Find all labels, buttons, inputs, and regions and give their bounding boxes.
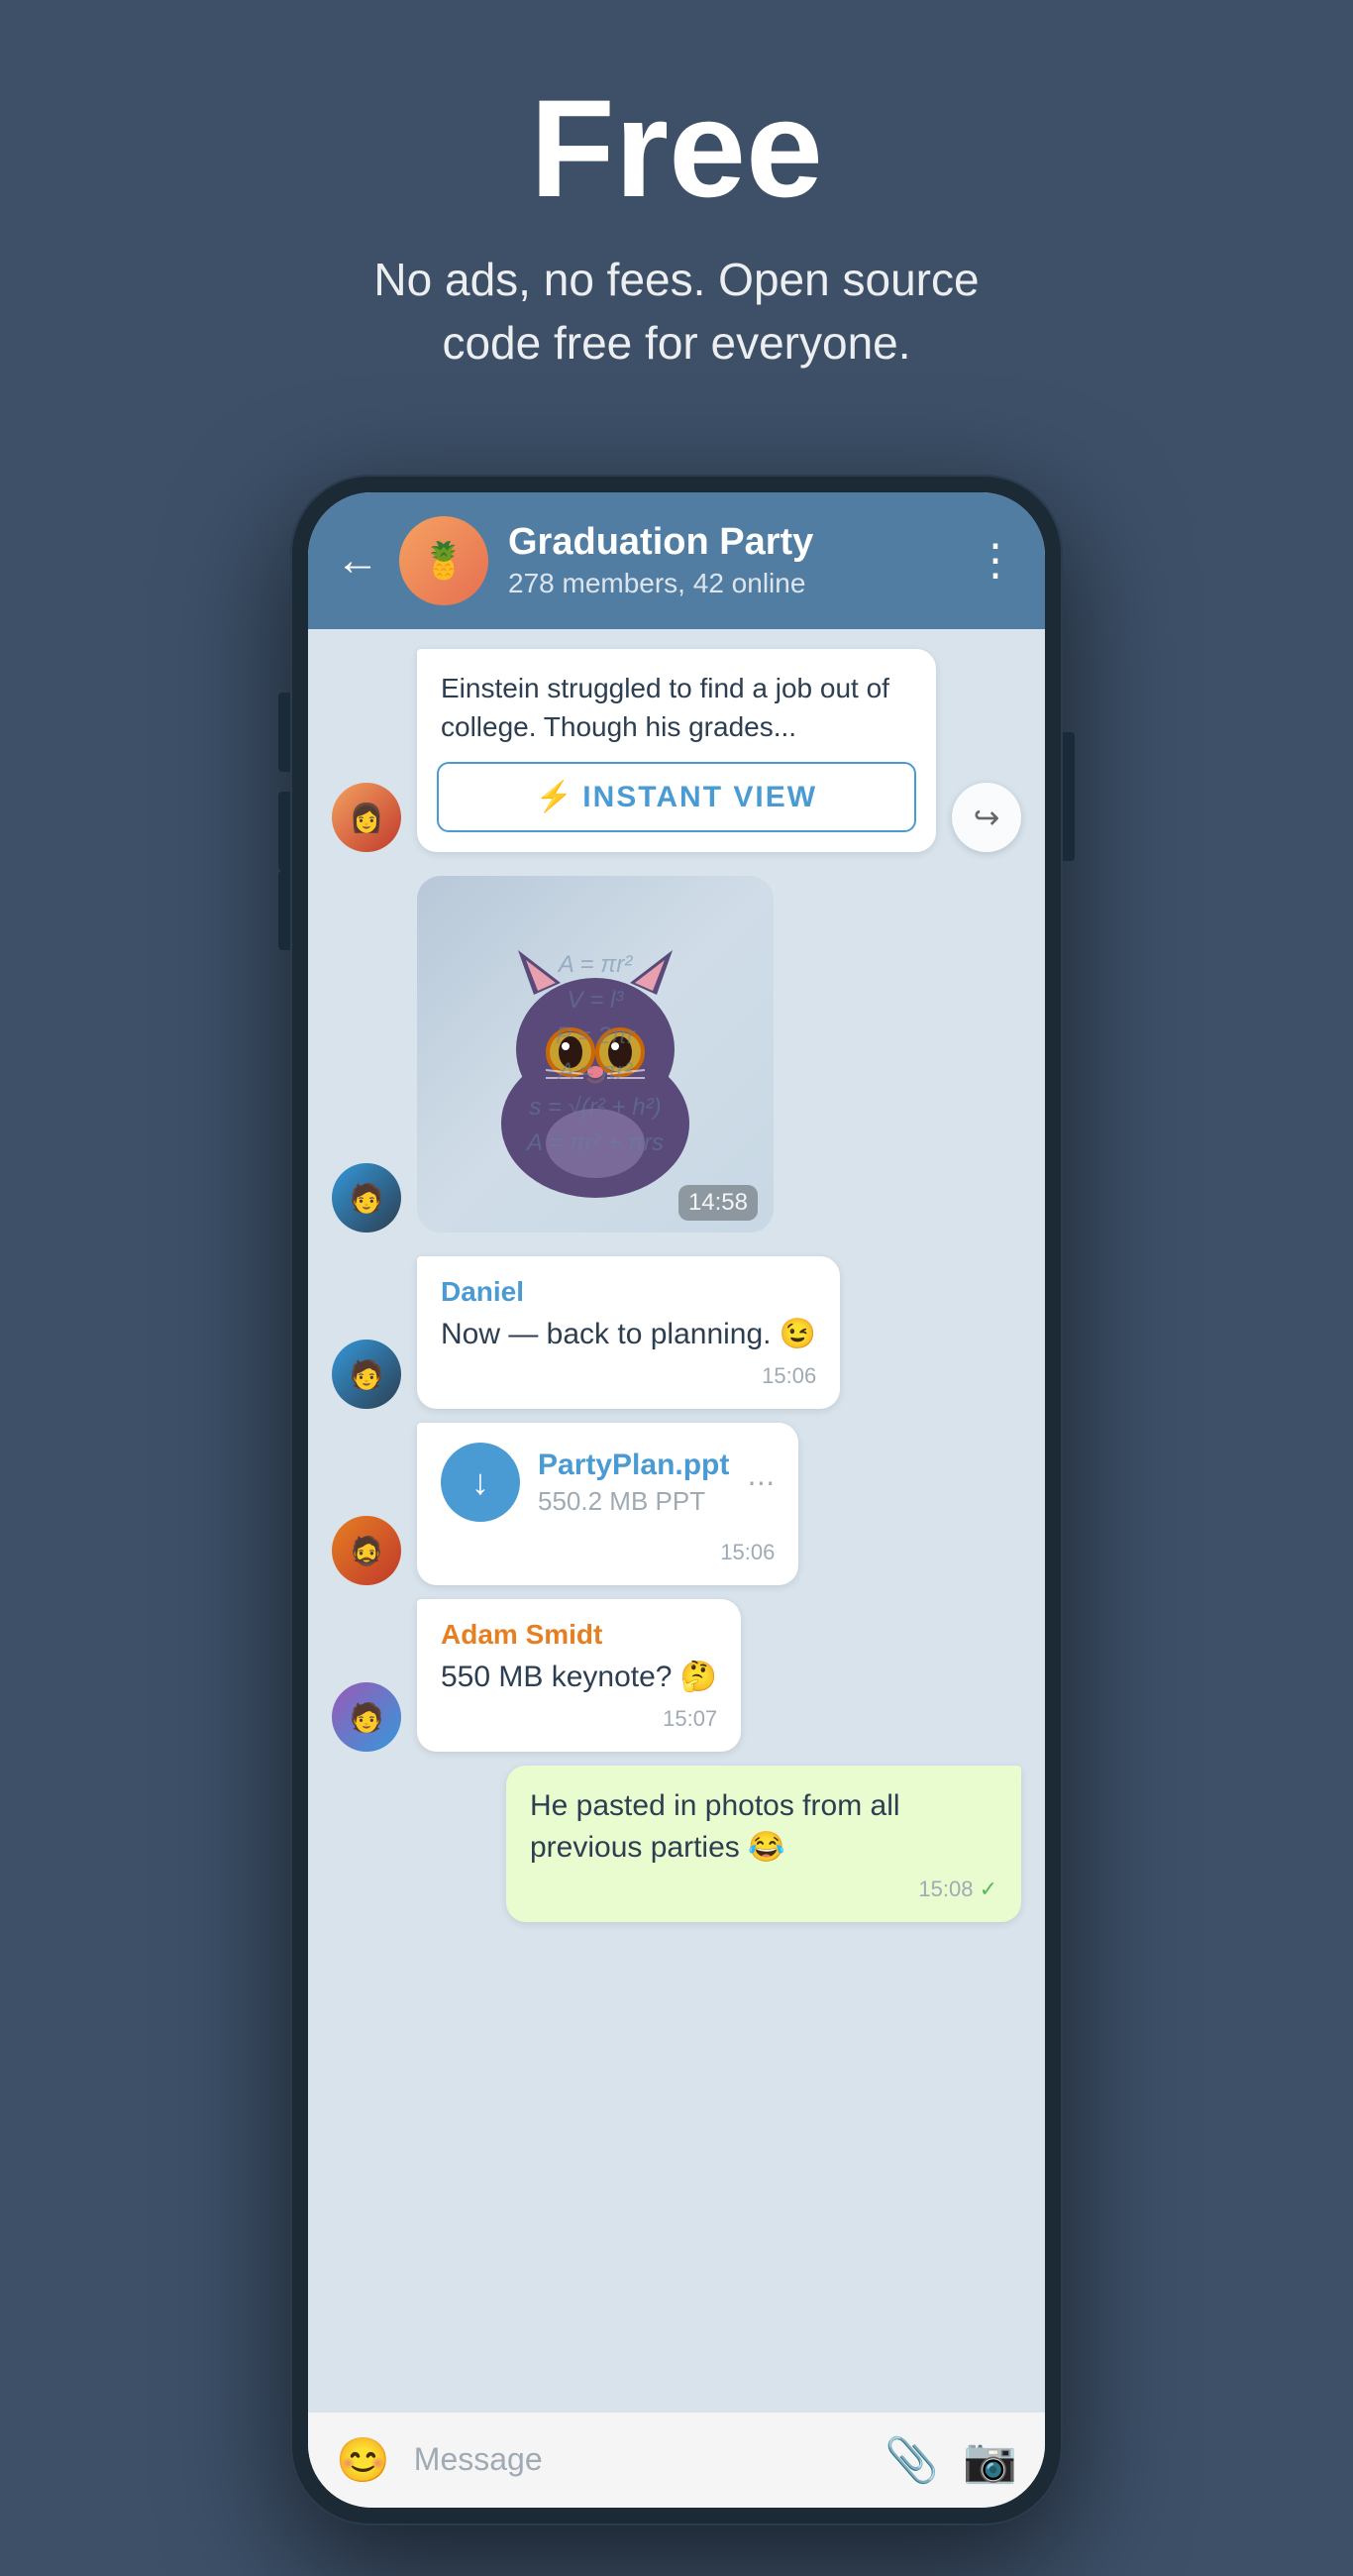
phone-frame: ← 🍍 Graduation Party 278 members, 42 onl… bbox=[290, 475, 1063, 2525]
msg-text-outgoing: He pasted in photos from all previous pa… bbox=[530, 1785, 997, 1869]
message-check-icon: ✓ bbox=[980, 1877, 997, 1901]
back-button[interactable]: ← bbox=[336, 539, 379, 583]
file-download-button[interactable]: ↓ bbox=[441, 1443, 520, 1522]
sticker-container: A = πr²V = l³P = 2πrA = πr²s = √(r² + h²… bbox=[417, 876, 774, 1233]
file-bubble: ↓ PartyPlan.ppt 550.2 MB PPT ⋯ 15:06 bbox=[417, 1423, 798, 1585]
attach-button[interactable]: 📎 bbox=[885, 2434, 939, 2486]
avatar-adam: 🧑 bbox=[332, 1682, 401, 1752]
hero-section: Free No ads, no fees. Open source code f… bbox=[0, 0, 1353, 435]
instant-view-label: INSTANT VIEW bbox=[582, 781, 817, 814]
file-more-button[interactable]: ⋯ bbox=[747, 1466, 775, 1499]
msg-text-daniel: Now — back to planning. 😉 bbox=[441, 1314, 816, 1355]
message-row-outgoing: He pasted in photos from all previous pa… bbox=[332, 1766, 1021, 1922]
avatar-girl: 👩 bbox=[332, 783, 401, 852]
article-bubble: Einstein struggled to find a job out of … bbox=[417, 649, 936, 852]
forward-button[interactable]: ↪ bbox=[952, 783, 1021, 852]
article-text: Einstein struggled to find a job out of … bbox=[417, 649, 936, 762]
file-row: ↓ PartyPlan.ppt 550.2 MB PPT ⋯ bbox=[441, 1443, 775, 1522]
camera-button[interactable]: 📷 bbox=[963, 2434, 1017, 2486]
sticker-row: 🧑 A = πr²V = l³P = 2πrA = πr²s = √(r² + … bbox=[332, 876, 1021, 1233]
file-name: PartyPlan.ppt bbox=[538, 1449, 729, 1482]
msg-time-file: 15:06 bbox=[441, 1540, 775, 1565]
sender-daniel: Daniel bbox=[441, 1276, 816, 1308]
message-row-article: 👩 Einstein struggled to find a job out o… bbox=[332, 649, 1021, 852]
chat-header: ← 🍍 Graduation Party 278 members, 42 onl… bbox=[308, 492, 1045, 629]
more-button[interactable]: ⋮ bbox=[974, 535, 1017, 586]
chat-body: 👩 Einstein struggled to find a job out o… bbox=[308, 629, 1045, 2413]
math-background: A = πr²V = l³P = 2πrA = πr²s = √(r² + h²… bbox=[417, 876, 774, 1233]
hero-subtitle: No ads, no fees. Open source code free f… bbox=[330, 248, 1023, 376]
lightning-icon: ⚡ bbox=[536, 780, 572, 814]
msg-time-daniel: 15:06 bbox=[441, 1363, 816, 1389]
file-info: PartyPlan.ppt 550.2 MB PPT bbox=[538, 1449, 729, 1517]
group-name: Graduation Party bbox=[508, 521, 954, 564]
message-row-file: 🧔 ↓ PartyPlan.ppt 550.2 MB PPT ⋯ 15:06 bbox=[332, 1423, 1021, 1585]
group-meta: 278 members, 42 online bbox=[508, 568, 954, 599]
group-avatar: 🍍 bbox=[399, 516, 488, 605]
bubble-adam: Adam Smidt 550 MB keynote? 🤔 15:07 bbox=[417, 1599, 741, 1752]
avatar-guy2: 🧔 bbox=[332, 1516, 401, 1585]
avatar-guy1: 🧑 bbox=[332, 1163, 401, 1233]
bubble-daniel: Daniel Now — back to planning. 😉 15:06 bbox=[417, 1256, 840, 1409]
file-size: 550.2 MB PPT bbox=[538, 1486, 729, 1517]
sender-adam: Adam Smidt bbox=[441, 1619, 717, 1651]
emoji-button[interactable]: 😊 bbox=[336, 2434, 390, 2486]
message-row-adam: 🧑 Adam Smidt 550 MB keynote? 🤔 15:07 bbox=[332, 1599, 1021, 1752]
bubble-outgoing: He pasted in photos from all previous pa… bbox=[506, 1766, 1021, 1922]
message-input[interactable]: Message bbox=[414, 2441, 862, 2478]
msg-time-outgoing: 15:08 ✓ bbox=[530, 1877, 997, 1902]
input-bar: 😊 Message 📎 📷 bbox=[308, 2413, 1045, 2508]
msg-text-adam: 550 MB keynote? 🤔 bbox=[441, 1657, 717, 1698]
avatar-daniel: 🧑 bbox=[332, 1340, 401, 1409]
hero-title: Free bbox=[530, 79, 823, 218]
msg-time-adam: 15:07 bbox=[441, 1706, 717, 1732]
chat-info: Graduation Party 278 members, 42 online bbox=[508, 521, 954, 599]
instant-view-button[interactable]: ⚡ INSTANT VIEW bbox=[437, 762, 916, 832]
message-row-daniel: 🧑 Daniel Now — back to planning. 😉 15:06 bbox=[332, 1256, 1021, 1409]
phone-screen: ← 🍍 Graduation Party 278 members, 42 onl… bbox=[308, 492, 1045, 2508]
sticker-time: 14:58 bbox=[678, 1185, 758, 1221]
